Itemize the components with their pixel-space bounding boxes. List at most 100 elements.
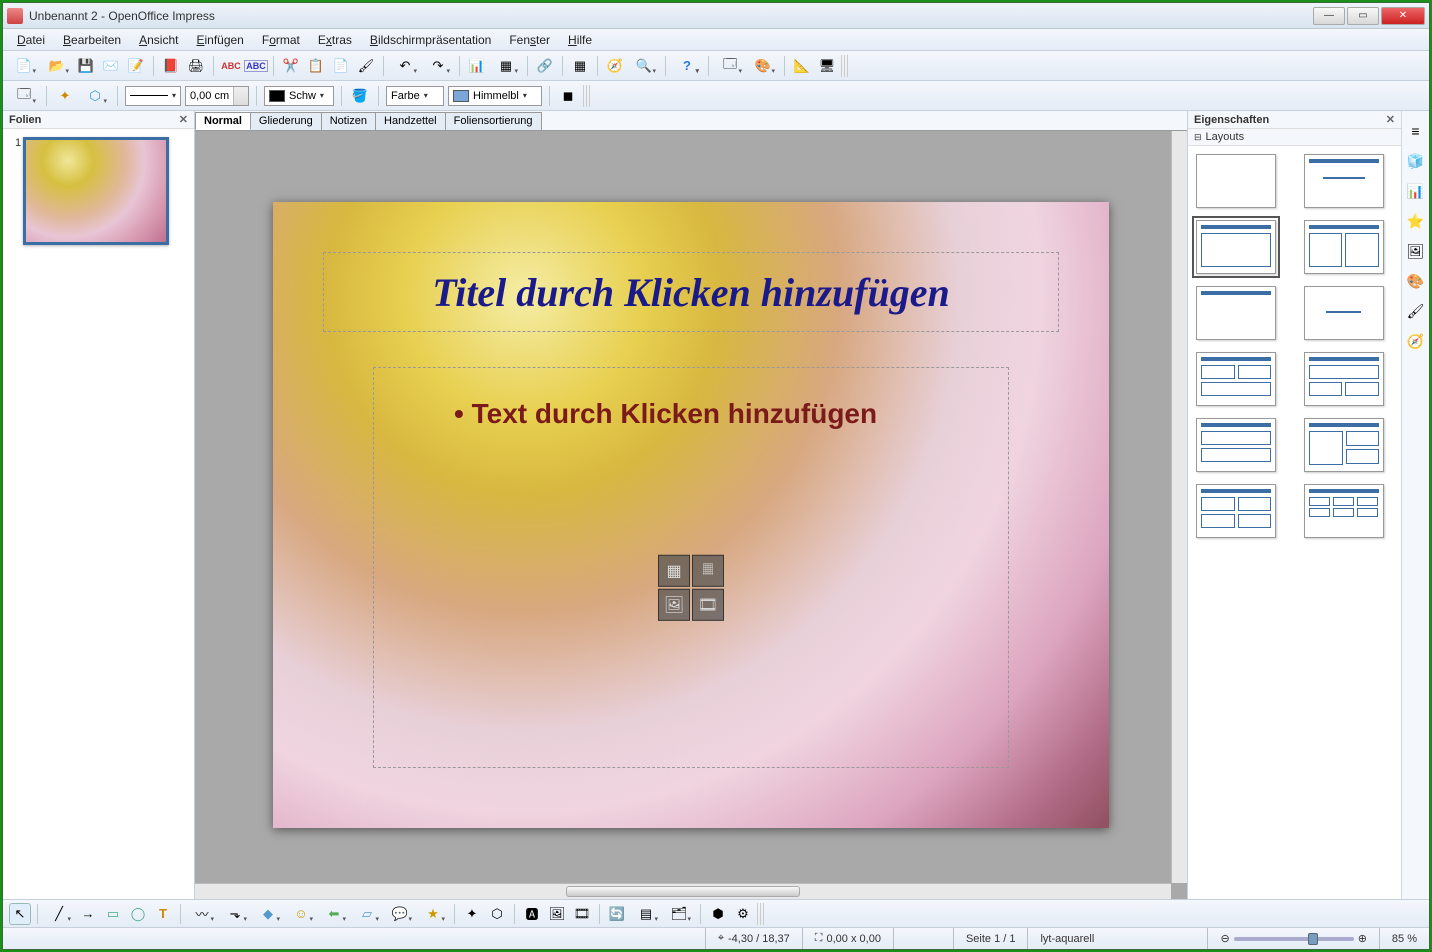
sidebar-gallery-icon[interactable]: 🖌: [1406, 301, 1426, 321]
menu-datei[interactable]: Datei: [9, 31, 53, 49]
menu-ansicht[interactable]: Ansicht: [131, 31, 186, 49]
zoom-thumb[interactable]: [1308, 933, 1318, 945]
cut-button[interactable]: ✂️: [280, 55, 302, 77]
rotate-tool[interactable]: 🔄: [606, 903, 628, 925]
properties-panel-close-icon[interactable]: ✕: [1386, 113, 1395, 126]
line-style-combo[interactable]: ▾: [125, 86, 181, 106]
area-button[interactable]: 🪣: [349, 85, 371, 107]
slide-design-button[interactable]: 🎨: [748, 55, 778, 77]
slide-button[interactable]: 🗔: [715, 55, 745, 77]
curve-tool[interactable]: 〰: [187, 903, 217, 925]
edit-points-button[interactable]: ✦: [54, 85, 76, 107]
redo-button[interactable]: ↷: [423, 55, 453, 77]
toolbar-overflow[interactable]: [841, 55, 849, 77]
export-pdf-button[interactable]: 📕: [160, 55, 182, 77]
tab-normal[interactable]: Normal: [195, 112, 251, 130]
glue-points-button[interactable]: ⬡: [80, 85, 110, 107]
ellipse-tool[interactable]: ◯: [127, 903, 149, 925]
help-button[interactable]: ?: [672, 55, 702, 77]
block-arrows-tool[interactable]: ⬅: [319, 903, 349, 925]
fontwork-tool[interactable]: 🅰: [521, 903, 543, 925]
tab-handzettel[interactable]: Handzettel: [375, 112, 446, 130]
gluepoints-tool[interactable]: ⬡: [486, 903, 508, 925]
maximize-button[interactable]: ▭: [1347, 7, 1379, 25]
interaction-tool[interactable]: ⚙: [732, 903, 754, 925]
sidebar-custom-animation-icon[interactable]: ⭐: [1406, 211, 1426, 231]
layout-two-over-one[interactable]: [1196, 352, 1276, 406]
layouts-section-header[interactable]: ⊟ Layouts: [1188, 129, 1401, 146]
format-paintbrush-button[interactable]: 🖌: [355, 55, 377, 77]
zoom-button[interactable]: 🔍: [629, 55, 659, 77]
toolbar2-overflow[interactable]: [583, 85, 591, 107]
shadow-button[interactable]: ◼: [557, 85, 579, 107]
close-button[interactable]: ✕: [1381, 7, 1425, 25]
title-placeholder[interactable]: Titel durch Klicken hinzufügen: [323, 252, 1059, 332]
callouts-tool[interactable]: 💬: [385, 903, 415, 925]
layout-stacked[interactable]: [1196, 418, 1276, 472]
insert-table-icon[interactable]: ▦: [658, 554, 690, 586]
tab-gliederung[interactable]: Gliederung: [250, 112, 322, 130]
gallery-tool[interactable]: 🎞: [571, 903, 593, 925]
sidebar-properties-icon[interactable]: 🧊: [1406, 151, 1426, 171]
layout-title[interactable]: [1304, 154, 1384, 208]
menu-hilfe[interactable]: Hilfe: [560, 31, 600, 49]
alignment-tool[interactable]: ▤: [631, 903, 661, 925]
menu-bearbeiten[interactable]: Bearbeiten: [55, 31, 129, 49]
zoom-control[interactable]: ⊖ ⊕: [1207, 928, 1378, 949]
fill-color-combo[interactable]: Himmelbl▾: [448, 86, 542, 106]
tab-notizen[interactable]: Notizen: [321, 112, 376, 130]
layout-title-content[interactable]: [1196, 220, 1276, 274]
auto-spellcheck-button[interactable]: ABC: [245, 55, 267, 77]
line-color-combo[interactable]: Schw▾: [264, 86, 334, 106]
slide-canvas[interactable]: Titel durch Klicken hinzufügen Text durc…: [273, 202, 1109, 828]
arrange-tool[interactable]: 🗂: [664, 903, 694, 925]
from-file-tool[interactable]: 🖼: [546, 903, 568, 925]
sidebar-slide-transition-icon[interactable]: 🖼: [1406, 241, 1426, 261]
drawing-toolbar-overflow[interactable]: [757, 903, 765, 925]
select-tool[interactable]: ↖: [9, 903, 31, 925]
layout-two-content[interactable]: [1304, 220, 1384, 274]
flowcharts-tool[interactable]: ▱: [352, 903, 382, 925]
table-button[interactable]: ▦: [491, 55, 521, 77]
layout-centered[interactable]: [1304, 286, 1384, 340]
layout-title-only[interactable]: [1196, 286, 1276, 340]
insert-movie-icon[interactable]: 🎞: [692, 588, 724, 620]
sidebar-styles-icon[interactable]: 🎨: [1406, 271, 1426, 291]
slide-design2-button[interactable]: 📐: [791, 55, 813, 77]
chart-button[interactable]: 📊: [466, 55, 488, 77]
slide-thumb-1[interactable]: 1: [13, 137, 184, 245]
menu-extras[interactable]: Extras: [310, 31, 360, 49]
zoom-slider[interactable]: [1234, 937, 1354, 941]
zoom-percent[interactable]: 85 %: [1379, 928, 1429, 949]
arrow-tool[interactable]: →: [77, 903, 99, 925]
layout-blank[interactable]: [1196, 154, 1276, 208]
tab-foliensortierung[interactable]: Foliensortierung: [445, 112, 542, 130]
connector-tool[interactable]: ⬎: [220, 903, 250, 925]
sidebar-master-pages-icon[interactable]: 📊: [1406, 181, 1426, 201]
copy-button[interactable]: 📋: [305, 55, 327, 77]
save-button[interactable]: 💾: [75, 55, 97, 77]
extrusion-tool[interactable]: ⬢: [707, 903, 729, 925]
slides-panel-close-icon[interactable]: ✕: [179, 113, 188, 126]
sidebar-navigator-icon[interactable]: 🧭: [1406, 331, 1426, 351]
layout-one-over-two[interactable]: [1304, 352, 1384, 406]
horizontal-scrollbar[interactable]: [195, 883, 1171, 899]
menu-bildschirmpraesentation[interactable]: Bildschirmpräsentation: [362, 31, 499, 49]
text-tool[interactable]: T: [152, 903, 174, 925]
menu-fenster[interactable]: Fenster: [501, 31, 558, 49]
minimize-button[interactable]: —: [1313, 7, 1345, 25]
layout-big-side[interactable]: [1304, 418, 1384, 472]
edit-doc-button[interactable]: 📝: [125, 55, 147, 77]
points-tool[interactable]: ✦: [461, 903, 483, 925]
content-placeholder[interactable]: Text durch Klicken hinzufügen ▦ 𝄜 🖼 🎞: [373, 367, 1009, 768]
email-button[interactable]: ✉️: [100, 55, 122, 77]
undo-button[interactable]: ↶: [390, 55, 420, 77]
insert-chart-icon[interactable]: 𝄜: [692, 554, 724, 586]
line-width-spin[interactable]: 0,00 cm: [185, 86, 249, 106]
stars-tool[interactable]: ★: [418, 903, 448, 925]
hyperlink-button[interactable]: 🔗: [534, 55, 556, 77]
rectangle-tool[interactable]: ▭: [102, 903, 124, 925]
spellcheck-button[interactable]: ABC: [220, 55, 242, 77]
layout-four-content[interactable]: [1196, 484, 1276, 538]
menu-format[interactable]: Format: [254, 31, 308, 49]
